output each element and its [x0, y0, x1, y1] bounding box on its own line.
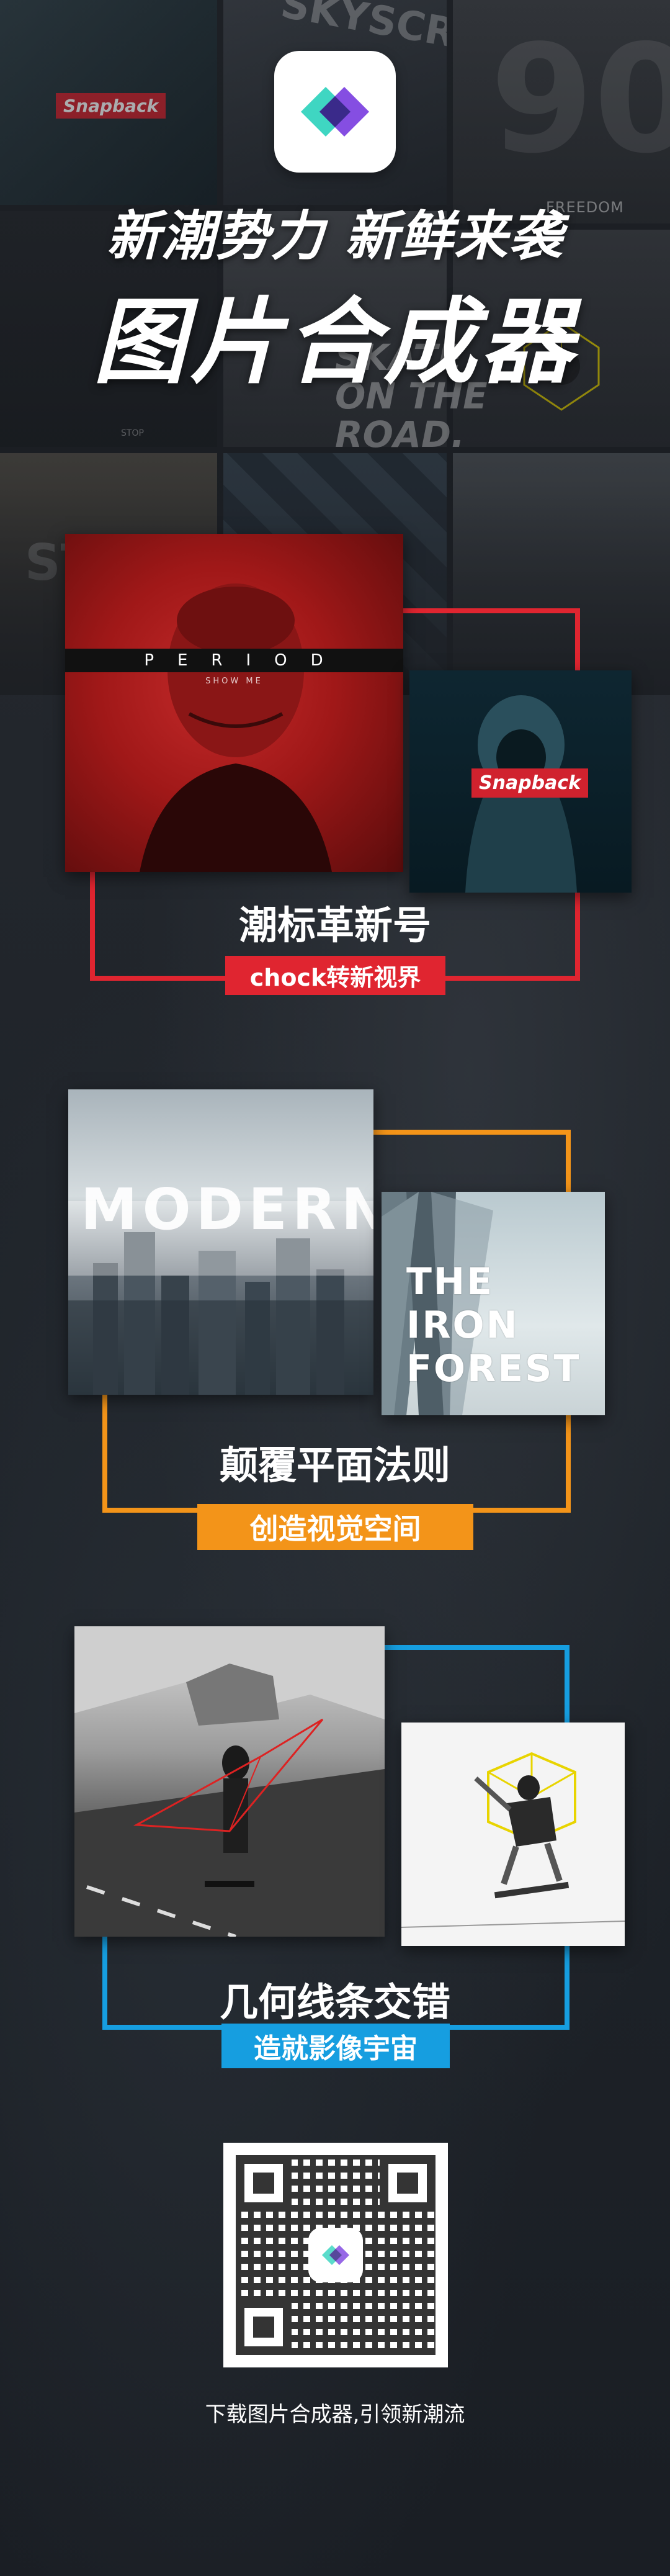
- collage-tile-hoodie: [0, 0, 217, 205]
- bg-snapback-label: Snapback: [56, 93, 166, 119]
- feature-image-period: PERIOD SHOW ME: [65, 534, 403, 872]
- period-overlay-text: PERIOD: [65, 649, 403, 672]
- headline-line2: 图片合成器: [92, 289, 577, 397]
- section-title-3: 几何线条交错: [219, 1979, 450, 2025]
- qr-finder-top-left: [236, 2155, 292, 2211]
- section-tag-2: 创造视觉空间: [197, 1504, 473, 1550]
- showme-overlay-text: SHOW ME: [205, 677, 263, 686]
- iron-forest-overlay-text: THE IRON FOREST: [406, 1260, 581, 1390]
- section-title-2: 颠覆平面法则: [219, 1443, 450, 1488]
- feature-image-snapback: Snapback: [409, 670, 632, 893]
- section-tag-1: chock转新视界: [225, 956, 445, 995]
- snapback-overlay-label: Snapback: [471, 768, 589, 798]
- collage-tile-90: [453, 0, 670, 223]
- bg-90-text: 90: [490, 12, 670, 186]
- qr-finder-bottom-left: [236, 2299, 292, 2355]
- qr-code-icon[interactable]: [223, 2143, 448, 2367]
- modern-overlay-text: MODERN: [81, 1176, 373, 1243]
- feature-image-skater-jump: [401, 1723, 625, 1946]
- footer-download-text: 下载图片合成器,引领新潮流: [205, 2402, 465, 2427]
- feature-section-1: PERIOD SHOW ME Snapback 潮标革新号 chock转新视界: [0, 534, 670, 1006]
- qr-center-logo-icon: [311, 2230, 360, 2280]
- headline-line1: 新潮势力 新鲜来袭: [107, 205, 563, 268]
- feature-image-skater-road: [74, 1626, 385, 1937]
- qr-code-pattern: [236, 2155, 436, 2355]
- bg-stop-text: STOP: [121, 428, 144, 438]
- feature-section-3: 几何线条交错 造就影像宇宙: [0, 1626, 670, 2086]
- feature-section-2: MODERN THE IRON FOREST 颠覆平面法则 创造视觉空间: [0, 1089, 670, 1561]
- feature-image-modern: MODERN: [68, 1089, 373, 1395]
- feature-image-iron-forest: THE IRON FOREST: [382, 1192, 605, 1415]
- section-tag-3: 造就影像宇宙: [221, 2024, 450, 2068]
- qr-finder-top-right: [380, 2155, 436, 2211]
- section-title-1: 潮标革新号: [238, 903, 431, 948]
- app-logo-icon: [274, 51, 396, 173]
